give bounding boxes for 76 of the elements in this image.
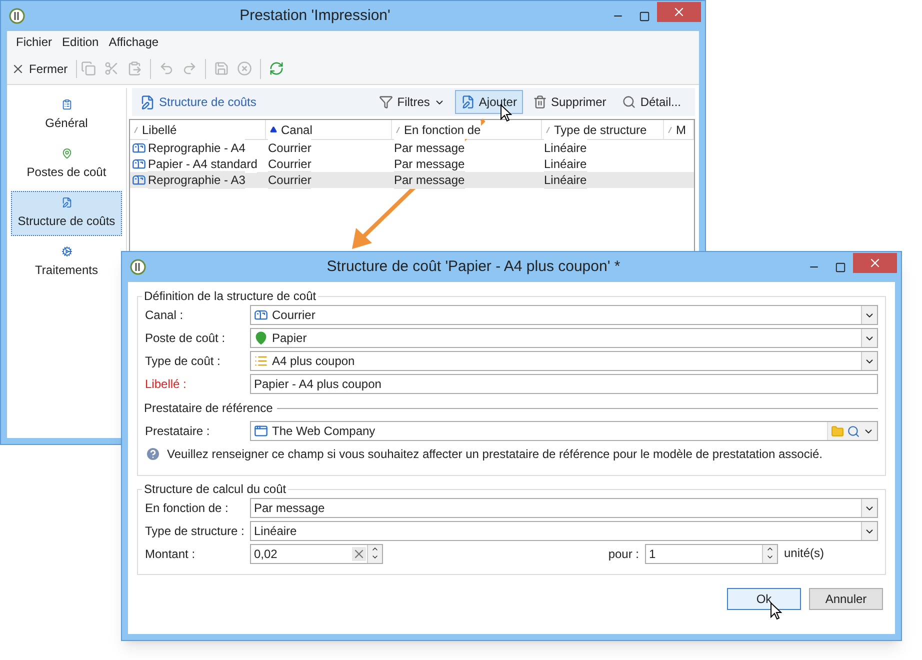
unit-label: unité(s) <box>784 545 826 562</box>
number-field[interactable]: 1 <box>645 544 778 564</box>
menu-item[interactable]: Affichage <box>104 33 164 51</box>
window-icon <box>254 424 268 438</box>
list-icon <box>254 354 268 368</box>
sidebar-item[interactable]: Postes de coût <box>11 142 122 187</box>
refresh-icon[interactable] <box>268 61 284 76</box>
help-text: Veuillez renseigner ce champ si vous souhaitez affecter un prestataire de référence pour le modèle de prestatation associé. <box>167 446 822 463</box>
column-marker-icon <box>668 126 672 132</box>
column-header[interactable]: En fonction de <box>392 120 542 139</box>
pin-icon <box>254 331 268 345</box>
close-button[interactable] <box>657 2 701 22</box>
number-field[interactable]: 0,02 <box>250 544 383 564</box>
mouse-cursor-icon <box>770 602 782 620</box>
filter-icon <box>379 95 394 109</box>
field-label: pour : <box>608 546 639 563</box>
menu-item[interactable]: Edition <box>57 33 104 51</box>
field-label: Libellé : <box>145 376 188 393</box>
document-edit-icon <box>140 94 155 110</box>
panel-title: Structure de coûts <box>159 94 258 111</box>
field-label: Type de coût : <box>145 353 222 370</box>
column-marker-icon <box>546 126 550 132</box>
app-logo-icon <box>9 8 25 24</box>
table-cell: Reprographie - A3 <box>148 171 246 189</box>
mailbox-icon <box>254 308 268 322</box>
dropdown-field[interactable]: Courrier <box>250 305 878 325</box>
mailbox-icon <box>132 141 146 155</box>
field-label: Montant : <box>145 546 196 563</box>
close-button[interactable] <box>853 253 897 273</box>
dropdown-field[interactable]: Papier <box>250 328 878 348</box>
field-label: Poste de coût : <box>145 330 226 347</box>
close-icon <box>868 256 882 270</box>
dropdown-field[interactable]: A4 plus coupon <box>250 351 878 371</box>
sidebar-item[interactable]: Structure de coûts <box>11 191 122 236</box>
field-label: Canal : <box>145 307 184 324</box>
dialog-title: Structure de coût 'Papier - A4 plus coupon' * <box>326 256 622 277</box>
trash-icon <box>532 95 547 109</box>
sort-ascending-icon <box>270 126 277 133</box>
column-marker-icon <box>134 126 138 132</box>
dialog-button[interactable]: Annuler <box>809 588 883 610</box>
table-cell: Courrier <box>268 171 312 189</box>
search-icon <box>622 95 636 109</box>
maximize-icon <box>834 262 846 272</box>
table-cell: Par message <box>394 171 465 189</box>
column-marker-icon <box>396 126 400 132</box>
help-icon <box>145 446 161 462</box>
field-label: Type de structure : <box>145 523 246 540</box>
group-legend: Structure de calcul du coût <box>142 480 288 498</box>
input-field[interactable]: Papier - A4 plus coupon <box>250 374 878 394</box>
sidebar-item[interactable]: Traitements <box>11 240 122 285</box>
section-title: Prestataire de référence <box>144 400 273 417</box>
dropdown-field[interactable]: Linéaire <box>250 521 878 541</box>
filter-menu-button[interactable]: Filtres <box>373 90 451 114</box>
document-add-icon <box>460 95 475 109</box>
window-title: Prestation 'Impression' <box>238 6 392 26</box>
maximize-icon <box>638 10 650 22</box>
lookup-field[interactable]: The Web Company <box>250 421 878 441</box>
column-header[interactable]: M <box>664 120 694 139</box>
field-label: Prestataire : <box>145 423 211 440</box>
group-legend: Définition de la structure de coût <box>142 287 318 305</box>
field-label: En fonction de : <box>145 500 230 517</box>
mailbox-icon <box>132 173 146 187</box>
search-icon[interactable] <box>847 424 860 438</box>
app-logo-icon <box>130 259 146 275</box>
toolbar-button[interactable]: Supprimer <box>526 90 612 114</box>
sidebar-item[interactable]: Général <box>11 93 122 138</box>
mailbox-icon <box>132 157 146 171</box>
close-icon <box>672 5 686 19</box>
clear-icon[interactable] <box>352 547 366 561</box>
close-toolbar-button[interactable]: Fermer <box>11 60 77 78</box>
menu-item[interactable]: Fichier <box>11 33 58 51</box>
toolbar-button[interactable]: Détail... <box>616 90 687 114</box>
table-row[interactable]: Reprographie - A3 Courrier Par message Linéaire <box>130 172 694 188</box>
table-cell: Linéaire <box>544 171 587 189</box>
dropdown-field[interactable]: Par message <box>250 498 878 518</box>
column-header[interactable]: Canal <box>266 120 392 139</box>
